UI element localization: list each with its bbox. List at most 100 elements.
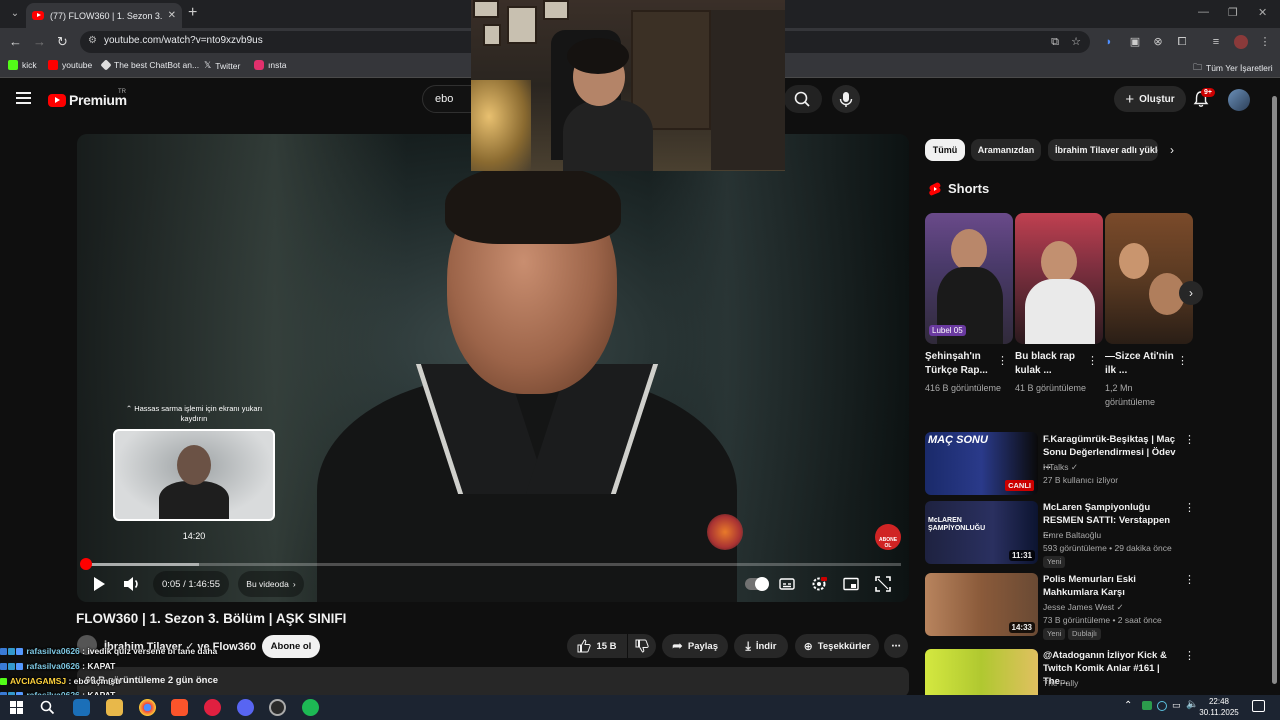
new-tab-button[interactable]: + — [188, 4, 197, 22]
extension-icon[interactable]: ▣ — [1128, 35, 1142, 49]
subscribe-button[interactable]: Abone ol — [262, 635, 320, 658]
fullscreen-icon[interactable] — [875, 576, 891, 592]
guide-menu-icon[interactable] — [16, 92, 31, 104]
chat-message: AVCIAGAMSJ : ebo açmıştı — [0, 676, 120, 686]
short-thumbnail[interactable] — [1105, 213, 1193, 344]
tray-chevron-up-icon[interactable]: ⌃ — [1124, 700, 1132, 711]
notification-center-icon[interactable] — [1252, 700, 1265, 712]
tray-app-icon[interactable] — [1142, 701, 1152, 710]
chevron-right-icon[interactable]: › — [1170, 143, 1174, 157]
bookmark-twitter[interactable]: 𝕏 Twitter — [204, 60, 240, 71]
channel-name[interactable]: The Pally — [1043, 678, 1078, 688]
back-button[interactable]: ← — [9, 34, 22, 49]
youtube-premium-logo[interactable]: Premium — [48, 92, 127, 108]
settings-gear-icon[interactable] — [811, 576, 827, 592]
progress-bar[interactable] — [85, 563, 901, 566]
discord-icon[interactable] — [237, 699, 254, 716]
chapters-button[interactable]: Bu videoda › — [238, 571, 304, 597]
short-title[interactable]: Bu black rap kulak ... — [1015, 350, 1090, 378]
extension-icon[interactable]: ⊗ — [1151, 35, 1165, 49]
video-thumbnail[interactable]: McLAREN ŞAMPİYONLUĞU 11:31 — [925, 501, 1038, 564]
file-explorer-icon[interactable] — [106, 699, 123, 716]
more-vertical-icon[interactable]: ⋮ — [1184, 649, 1195, 662]
volume-icon[interactable] — [123, 576, 141, 592]
windows-start-icon[interactable] — [8, 699, 25, 716]
steam-icon[interactable] — [73, 699, 90, 716]
time-display: 0:05 / 1:46:55 — [153, 571, 229, 597]
more-vertical-icon[interactable]: ⋮ — [1184, 433, 1195, 446]
scrollbar-thumb[interactable] — [1272, 96, 1277, 684]
forward-button[interactable]: → — [33, 34, 46, 49]
play-icon[interactable] — [92, 576, 106, 592]
more-vertical-icon[interactable]: ⋮ — [1087, 354, 1098, 367]
download-button[interactable]: ⤓ İndir — [734, 634, 788, 658]
user-avatar[interactable] — [1228, 89, 1250, 111]
autoplay-toggle[interactable] — [745, 577, 769, 591]
minimize-button[interactable]: — — [1198, 6, 1209, 18]
site-info-icon[interactable]: ⚙ — [88, 35, 97, 46]
more-horizontal-icon: ⋯ — [891, 640, 901, 652]
short-thumb-person — [1025, 279, 1095, 344]
more-vertical-icon[interactable]: ⋮ — [997, 354, 1008, 367]
chip-uploader[interactable]: İbrahim Tilaver adlı yükleyici — [1048, 139, 1158, 161]
install-app-icon[interactable]: ⧉ — [1048, 35, 1062, 49]
subtitles-icon[interactable] — [779, 576, 795, 592]
short-title[interactable]: Şehinşah'ın Türkçe Rap... — [925, 350, 1000, 378]
short-thumbnail[interactable]: Lubel 05 — [925, 213, 1013, 344]
bookmark-youtube[interactable]: youtube — [48, 60, 92, 70]
browser-tab-active[interactable]: (77) FLOW360 | 1. Sezon 3. Bölüm ✕ — [26, 3, 182, 28]
chip-all[interactable]: Tümü — [925, 139, 965, 161]
dislike-button[interactable] — [628, 634, 656, 658]
extensions-puzzle-icon[interactable]: ⧠ — [1175, 35, 1189, 49]
more-vertical-icon[interactable]: ⋮ — [1177, 354, 1188, 367]
bookmark-kick[interactable]: kick — [8, 60, 37, 70]
more-vertical-icon[interactable]: ⋮ — [1184, 573, 1195, 586]
all-bookmarks-folder[interactable]: 🗀 Tüm Yer İşaretleri — [1193, 60, 1273, 76]
share-button[interactable]: ➦ Paylaş — [662, 634, 728, 658]
extension-icon[interactable]: ◗ — [1102, 35, 1116, 49]
taskbar-clock[interactable]: 22:48 30.11.2025 — [1196, 696, 1242, 718]
bookmark-instagram[interactable]: ınsta — [254, 60, 286, 70]
subscribe-watermark[interactable]: ABONE OL — [875, 524, 901, 550]
more-vertical-icon[interactable]: ⋮ — [1184, 501, 1195, 514]
create-button[interactable]: + Oluştur — [1114, 86, 1186, 112]
tab-search-button[interactable]: ⌄ — [6, 5, 24, 23]
chatbot-icon — [100, 59, 112, 71]
tab-close-icon[interactable]: ✕ — [168, 10, 176, 21]
channel-name[interactable]: HTalks ✓ — [1043, 462, 1078, 473]
close-window-button[interactable]: ✕ — [1258, 6, 1267, 19]
maximize-button[interactable]: ❐ — [1228, 6, 1238, 19]
video-thumbnail[interactable] — [925, 649, 1038, 695]
profile-avatar[interactable] — [1234, 35, 1248, 49]
chip-from-search[interactable]: Aramanızdan — [971, 139, 1041, 161]
progress-scrubber-handle[interactable] — [80, 558, 92, 570]
like-button[interactable]: 15 B — [567, 634, 627, 658]
thanks-button[interactable]: ⊕ Teşekkürler — [795, 634, 879, 658]
brave-icon[interactable] — [171, 699, 188, 716]
video-thumbnail[interactable]: 14:33 — [925, 573, 1038, 636]
network-icon[interactable]: ▭ — [1172, 700, 1181, 711]
video-thumbnail[interactable]: MAÇ SONU CANLI — [925, 432, 1038, 495]
chat-badge-icon — [16, 663, 23, 671]
video-title[interactable]: Polis Memurları Eski Mahkumlara Karşı — [1043, 573, 1177, 599]
short-thumbnail[interactable] — [1015, 213, 1103, 344]
channel-name[interactable]: Emre Baltaoğlu — [1043, 530, 1101, 540]
channel-name[interactable]: Jesse James West ✓ — [1043, 602, 1124, 613]
app-icon[interactable] — [204, 699, 221, 716]
spotify-icon[interactable] — [302, 699, 319, 716]
obs-icon[interactable] — [269, 699, 286, 716]
reading-list-icon[interactable]: ≡ — [1209, 35, 1223, 49]
search-button[interactable] — [784, 85, 822, 113]
chrome-icon[interactable] — [139, 699, 156, 716]
voice-search-button[interactable] — [832, 85, 860, 113]
short-title[interactable]: —Sizce Ati'nin ilk ... — [1105, 350, 1180, 378]
reload-button[interactable]: ↻ — [57, 34, 68, 50]
tray-app-icon[interactable] — [1157, 701, 1167, 711]
bookmark-chatbot[interactable]: The best ChatBot an... — [100, 59, 199, 71]
browser-menu-icon[interactable]: ⋮ — [1258, 35, 1272, 49]
bookmark-star-icon[interactable]: ☆ — [1069, 35, 1083, 49]
shorts-next-button[interactable]: › — [1179, 281, 1203, 305]
search-icon[interactable] — [39, 699, 56, 716]
more-actions-button[interactable]: ⋯ — [884, 634, 908, 658]
miniplayer-icon[interactable] — [843, 576, 859, 592]
